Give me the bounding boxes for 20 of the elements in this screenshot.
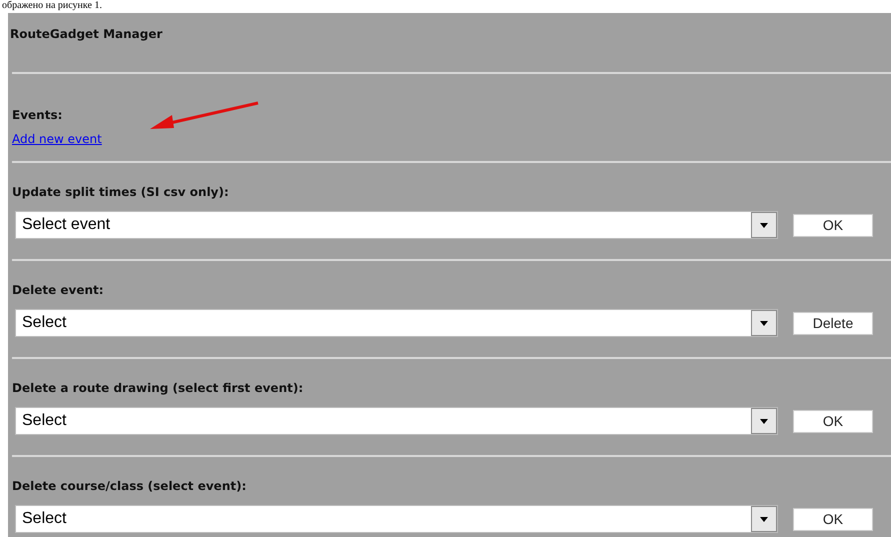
submit-button[interactable]: OK bbox=[793, 214, 873, 236]
event-select[interactable]: Select event bbox=[15, 211, 778, 239]
section-label: Delete course/class (select event): bbox=[12, 478, 248, 495]
event-select[interactable]: Select bbox=[15, 407, 778, 435]
caption-text: ображено на рисунке 1. bbox=[2, 0, 102, 12]
dropdown-caret-icon bbox=[751, 506, 777, 532]
events-label: Events: bbox=[12, 107, 62, 124]
section-label: Delete event: bbox=[12, 282, 105, 299]
add-event-link[interactable]: Add new event bbox=[12, 130, 102, 148]
event-select[interactable]: Select bbox=[15, 505, 778, 533]
submit-button[interactable]: OK bbox=[793, 410, 873, 432]
page-title: RouteGadget Manager bbox=[10, 27, 162, 41]
dropdown-caret-icon bbox=[751, 310, 777, 336]
submit-button[interactable]: Delete bbox=[793, 312, 873, 334]
dropdown-caret-icon bbox=[751, 212, 777, 238]
event-select[interactable]: Select bbox=[15, 309, 778, 337]
dropdown-caret-icon bbox=[751, 408, 777, 434]
submit-button[interactable]: OK bbox=[793, 508, 873, 530]
section-label: Update split times (SI csv only): bbox=[12, 184, 230, 201]
section-label: Delete a route drawing (select first event): bbox=[12, 380, 304, 397]
